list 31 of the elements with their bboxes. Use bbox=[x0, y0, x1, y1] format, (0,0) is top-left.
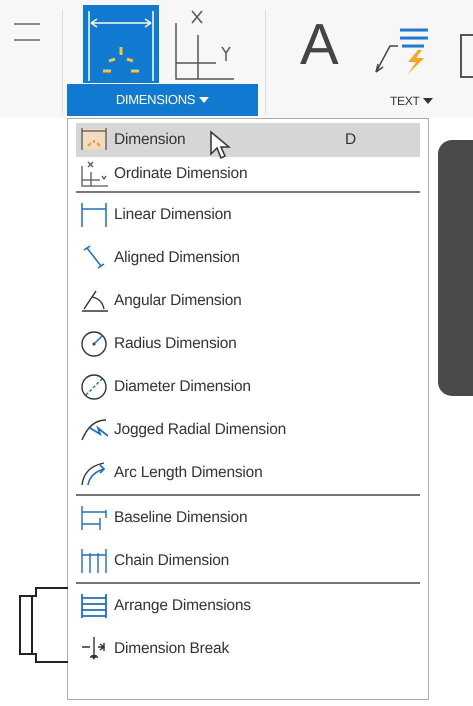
menu-item[interactable]: Chain Dimension bbox=[76, 539, 420, 582]
menu-item[interactable]: Diameter Dimension bbox=[76, 365, 420, 408]
dimension-tool-button[interactable] bbox=[83, 5, 159, 83]
menu-item[interactable]: Radius Dimension bbox=[76, 322, 420, 365]
menu-item[interactable]: Arrange Dimensions bbox=[76, 584, 420, 627]
linear-dimension-icon bbox=[80, 200, 108, 228]
menu-item[interactable]: Angular Dimension bbox=[76, 279, 420, 322]
menu-item[interactable]: Linear Dimension bbox=[76, 193, 420, 236]
text-dropdown[interactable]: TEXT bbox=[384, 92, 440, 110]
menu-item[interactable]: Dimension D bbox=[76, 123, 420, 157]
mouse-cursor-icon bbox=[209, 130, 231, 160]
letter-a-icon[interactable]: A bbox=[300, 16, 339, 74]
menu-lines-icon[interactable] bbox=[14, 20, 40, 44]
menu-item[interactable]: Baseline Dimension bbox=[76, 496, 420, 539]
arrange-lines-icon bbox=[80, 592, 108, 620]
menu-item[interactable]: Jogged Radial Dimension bbox=[76, 408, 420, 451]
partial-toolbar-icon[interactable] bbox=[460, 34, 473, 78]
radius-icon bbox=[80, 330, 108, 358]
diameter-icon bbox=[80, 372, 108, 400]
ordinate-icon bbox=[80, 160, 108, 188]
caret-icon bbox=[423, 98, 434, 104]
caret-icon bbox=[199, 97, 210, 103]
menu-item[interactable]: Ordinate Dimension bbox=[76, 157, 420, 191]
baseline-dimension-icon bbox=[80, 504, 108, 532]
shortcut-key: D bbox=[345, 128, 356, 152]
chain-dimension-icon bbox=[80, 546, 108, 574]
menu-item[interactable]: Arc Length Dimension bbox=[76, 451, 420, 494]
menu-item[interactable]: Aligned Dimension bbox=[76, 236, 420, 279]
dimensions-dropdown[interactable]: DIMENSIONS bbox=[67, 84, 258, 116]
menu-item[interactable]: Dimension Break bbox=[76, 627, 420, 670]
dimension-break-icon bbox=[80, 634, 108, 662]
